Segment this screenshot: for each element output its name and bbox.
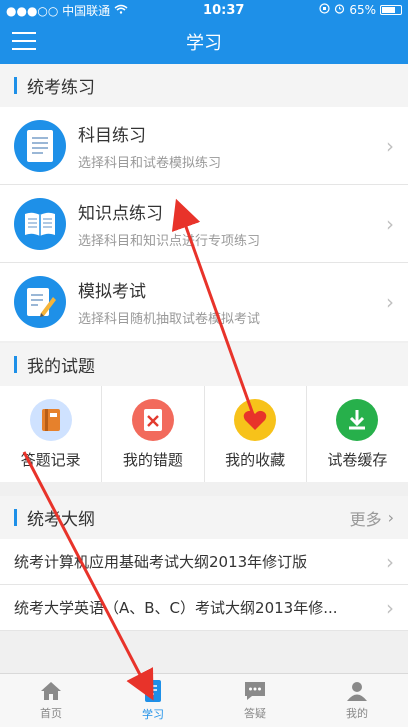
- document-icon: [14, 119, 66, 172]
- chat-icon: [245, 682, 265, 700]
- tool-label: 试卷缓存: [327, 450, 388, 469]
- tool-favorites[interactable]: 我的收藏: [205, 386, 307, 482]
- tool-wrong-answers[interactable]: 我的错题: [102, 386, 205, 482]
- tool-label: 我的错题: [122, 450, 183, 469]
- home-icon: [41, 682, 61, 700]
- tab-study[interactable]: 学习: [102, 674, 204, 727]
- item-title: 科目练习: [78, 125, 146, 146]
- item-desc: 选择科目和知识点进行专项练习: [78, 233, 261, 249]
- page-title: 学习: [186, 33, 222, 54]
- question-tools-grid: 答题记录 我的错题 我的收藏 试卷缓存: [0, 386, 408, 482]
- battery-icon: [379, 5, 402, 15]
- wifi-icon: [114, 3, 128, 17]
- tab-label: 答疑: [244, 707, 266, 720]
- section-title: 统考练习: [27, 78, 95, 98]
- more-label: 更多: [349, 509, 382, 529]
- section-my-questions: 我的试题: [0, 343, 408, 386]
- chevron-right-icon: ›: [386, 290, 394, 314]
- item-title: 知识点练习: [78, 203, 163, 224]
- outline-item[interactable]: 统考计算机应用基础考试大纲2013年修订版 ›: [0, 539, 408, 585]
- status-time: 10:37: [203, 2, 245, 18]
- tab-label: 首页: [40, 707, 62, 720]
- chevron-right-icon: ›: [386, 133, 394, 158]
- section-title: 我的试题: [27, 357, 95, 377]
- section-title: 统考大纲: [27, 510, 95, 530]
- nav-bar: 学习: [0, 20, 408, 64]
- tab-mine[interactable]: 我的: [306, 674, 408, 727]
- study-icon: [145, 680, 161, 702]
- item-desc: 选择科目和试卷模拟练习: [78, 155, 222, 171]
- chevron-right-icon: ›: [387, 508, 394, 527]
- practice-item-knowledge[interactable]: 知识点练习 选择科目和知识点进行专项练习 ›: [0, 185, 408, 263]
- tab-bar: 首页 学习 答疑 我的: [0, 673, 408, 727]
- tab-label: 我的: [346, 707, 368, 720]
- chevron-right-icon: ›: [386, 595, 394, 620]
- tab-qa[interactable]: 答疑: [204, 674, 306, 727]
- exam-pencil-icon: [14, 276, 66, 328]
- item-desc: 选择科目随机抽取试卷模拟考试: [78, 312, 261, 327]
- lock-rotation-icon: [319, 3, 330, 17]
- carrier-label: ●●●○○ 中国联通: [6, 3, 111, 18]
- tab-label: 学习: [142, 708, 164, 721]
- wrong-answer-icon: [131, 398, 174, 441]
- tool-label: 我的收藏: [225, 450, 286, 469]
- menu-icon[interactable]: [12, 32, 36, 52]
- tool-label: 答题记录: [20, 450, 81, 469]
- status-bar: ●●●○○ 中国联通 10:37 65%: [0, 0, 408, 20]
- item-title: 模拟考试: [78, 282, 146, 302]
- outline-item-title: 统考计算机应用基础考试大纲2013年修订版: [14, 553, 308, 571]
- battery-percent: 65%: [349, 3, 376, 17]
- tool-answer-record[interactable]: 答题记录: [0, 386, 103, 482]
- chevron-right-icon: ›: [386, 549, 394, 574]
- tab-home[interactable]: 首页: [0, 674, 102, 727]
- heart-icon: [234, 398, 277, 441]
- tool-paper-cache[interactable]: 试卷缓存: [307, 386, 408, 482]
- outline-item-title: 统考大学英语（A、B、C）考试大纲2013年修...: [14, 599, 338, 617]
- book-record-icon: [29, 398, 72, 441]
- chevron-right-icon: ›: [386, 211, 394, 236]
- outline-item[interactable]: 统考大学英语（A、B、C）考试大纲2013年修... ›: [0, 585, 408, 631]
- section-exam-practice: 统考练习: [0, 64, 408, 107]
- section-outline: 统考大纲 更多 ›: [0, 496, 408, 539]
- practice-item-subject[interactable]: 科目练习 选择科目和试卷模拟练习 ›: [0, 107, 408, 185]
- practice-list: 科目练习 选择科目和试卷模拟练习 › 知识点练习 选择科目和知识点进行专项练习 …: [0, 107, 408, 341]
- alarm-icon: [334, 3, 345, 17]
- user-icon: [347, 682, 367, 701]
- more-link[interactable]: 更多 ›: [350, 506, 394, 530]
- practice-item-mock-exam[interactable]: 模拟考试 选择科目随机抽取试卷模拟考试 ›: [0, 263, 408, 341]
- download-icon: [336, 398, 379, 441]
- open-book-icon: [14, 197, 66, 250]
